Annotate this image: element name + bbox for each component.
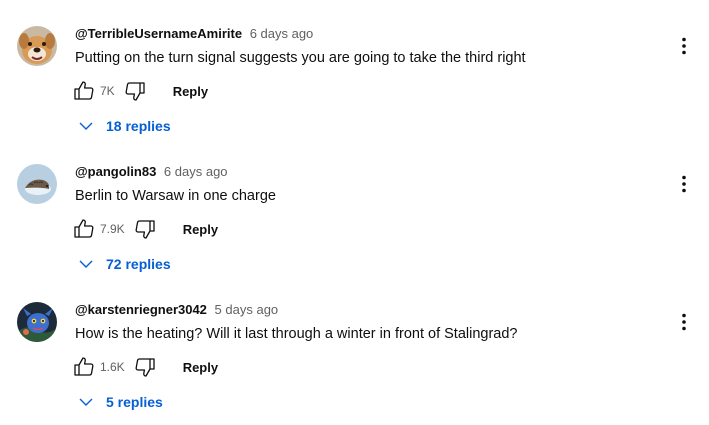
comment-thread: @TerribleUsernameAmirite 6 days ago Putt… [0, 0, 709, 138]
thumbs-down-icon [135, 220, 155, 239]
avatar[interactable] [17, 26, 57, 66]
comment-actions: 7K Reply [72, 79, 208, 103]
author-name[interactable]: @karstenriegner3042 [75, 302, 207, 317]
more-vert-icon [682, 37, 686, 55]
thumbs-down-icon [135, 358, 155, 377]
comment-action-menu-button[interactable] [674, 310, 694, 334]
thumbs-up-icon [74, 219, 94, 238]
thumbs-down-icon [125, 82, 145, 101]
dislike-button[interactable] [123, 79, 147, 103]
like-button[interactable] [72, 355, 96, 379]
reply-button[interactable]: Reply [173, 84, 208, 99]
like-button[interactable] [72, 217, 96, 241]
dislike-button[interactable] [133, 217, 157, 241]
chevron-down-icon [78, 394, 94, 410]
comment-thread: @karstenriegner3042 5 days ago How is th… [0, 276, 709, 414]
replies-count-label: 72 replies [106, 256, 171, 272]
thumbs-up-icon [74, 357, 94, 376]
comment-timestamp[interactable]: 5 days ago [215, 302, 279, 317]
reply-button[interactable]: Reply [183, 360, 218, 375]
comment-header: @pangolin83 6 days ago [75, 164, 228, 180]
author-name[interactable]: @pangolin83 [75, 164, 156, 179]
comment-actions: 7.9K Reply [72, 217, 218, 241]
chevron-down-icon [78, 118, 94, 134]
comment-text: Berlin to Warsaw in one charge [75, 188, 276, 204]
thumbs-up-icon [74, 81, 94, 100]
view-replies-button[interactable]: 18 replies [78, 116, 171, 136]
comment-header: @karstenriegner3042 5 days ago [75, 302, 278, 318]
blue-creature-avatar-icon [17, 302, 57, 342]
comment-text: Putting on the turn signal suggests you … [75, 50, 526, 66]
pangolin-avatar-icon [17, 164, 57, 204]
comment-action-menu-button[interactable] [674, 34, 694, 58]
replies-count-label: 5 replies [106, 394, 163, 410]
comment-timestamp[interactable]: 6 days ago [164, 164, 228, 179]
author-name[interactable]: @TerribleUsernameAmirite [75, 26, 242, 41]
replies-count-label: 18 replies [106, 118, 171, 134]
avatar[interactable] [17, 302, 57, 342]
comment-action-menu-button[interactable] [674, 172, 694, 196]
comment-thread: @pangolin83 6 days ago Berlin to Warsaw … [0, 138, 709, 276]
like-count: 1.6K [100, 360, 125, 374]
more-vert-icon [682, 313, 686, 331]
like-button[interactable] [72, 79, 96, 103]
dislike-button[interactable] [133, 355, 157, 379]
view-replies-button[interactable]: 72 replies [78, 254, 171, 274]
comment-timestamp[interactable]: 6 days ago [250, 26, 314, 41]
like-count: 7K [100, 84, 115, 98]
reply-button[interactable]: Reply [183, 222, 218, 237]
comment-header: @TerribleUsernameAmirite 6 days ago [75, 26, 313, 42]
comment-text: How is the heating? Will it last through… [75, 326, 518, 342]
more-vert-icon [682, 175, 686, 193]
comment-actions: 1.6K Reply [72, 355, 218, 379]
dog-face-avatar-icon [17, 26, 57, 66]
chevron-down-icon [78, 256, 94, 272]
view-replies-button[interactable]: 5 replies [78, 392, 163, 412]
avatar[interactable] [17, 164, 57, 204]
like-count: 7.9K [100, 222, 125, 236]
